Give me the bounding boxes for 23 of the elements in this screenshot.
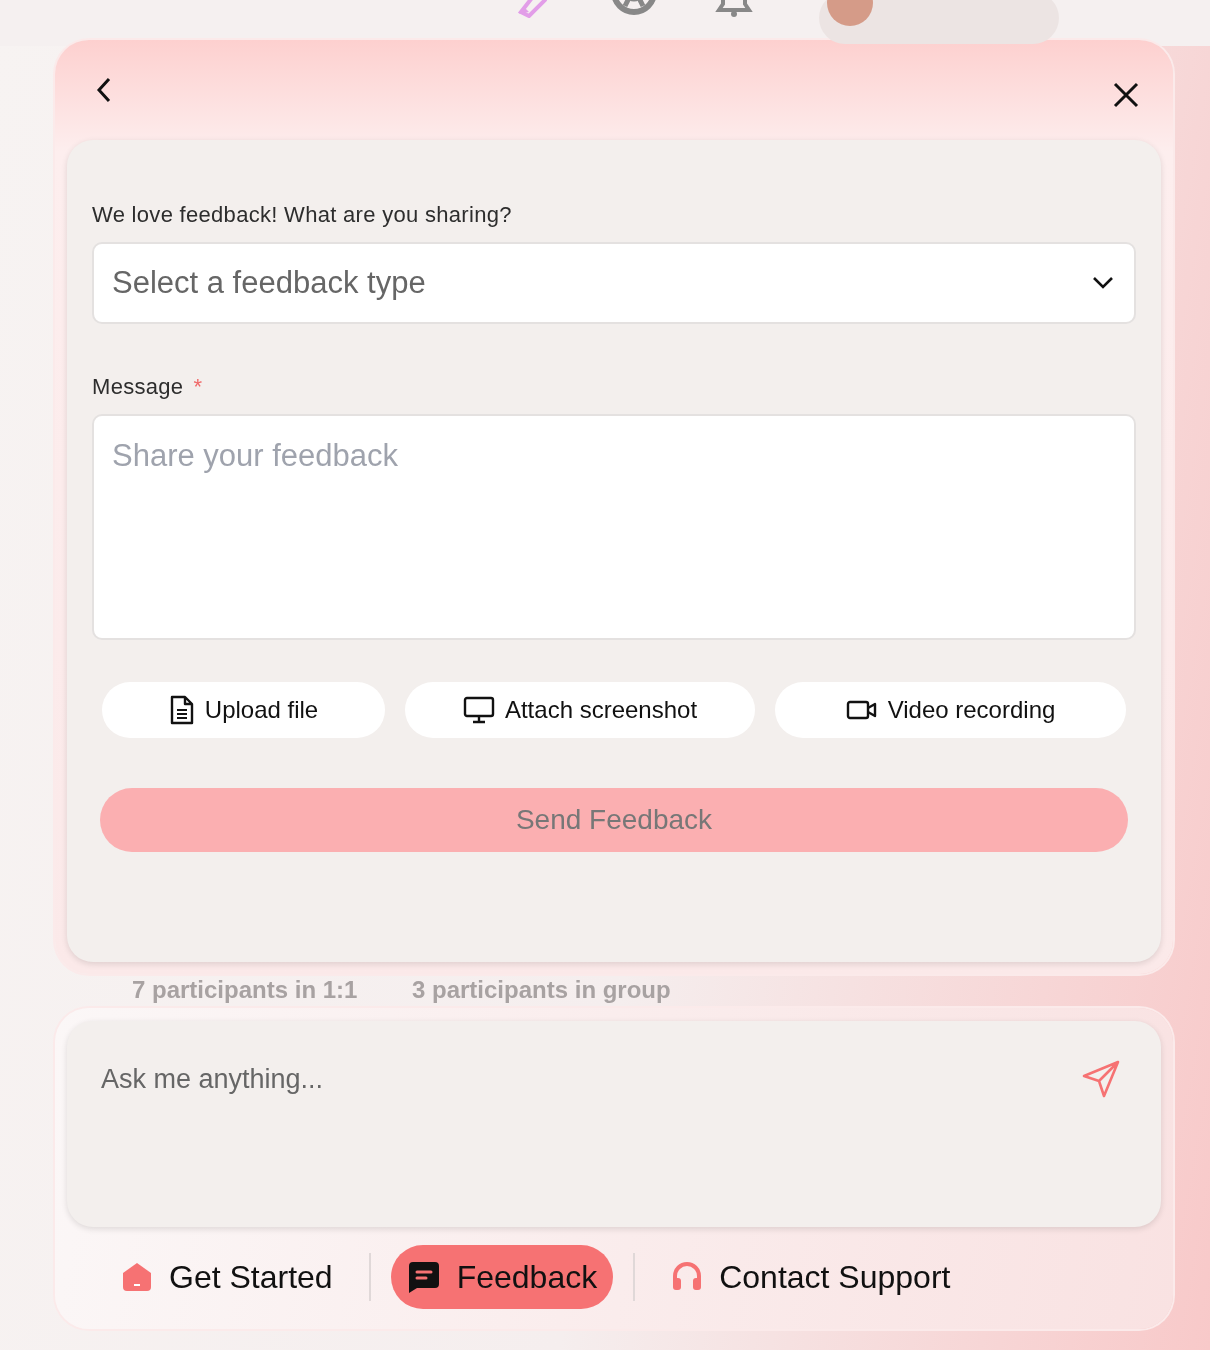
- message-label: Message: [92, 374, 184, 400]
- send-icon[interactable]: [1081, 1059, 1121, 1099]
- headset-icon: [671, 1262, 704, 1292]
- attachment-button[interactable]: Video recording: [775, 682, 1126, 738]
- attachment-button[interactable]: Upload file: [102, 682, 385, 738]
- chat-input[interactable]: Ask me anything...: [101, 1059, 901, 1099]
- message-field[interactable]: Share your feedback: [92, 414, 1136, 640]
- required-mark: *: [193, 374, 203, 400]
- question-label: We love feedback! What are you sharing?: [92, 202, 513, 228]
- monitor-icon: [462, 696, 495, 724]
- feedback-type-select[interactable]: Select a feedback type: [92, 242, 1136, 324]
- chat-icon: [406, 1260, 441, 1294]
- chevron-down-icon: [1092, 276, 1114, 290]
- participants-count: 7 participants in 1:1: [132, 976, 358, 1004]
- user-menu[interactable]: [819, 0, 1059, 44]
- home-icon: [121, 1261, 153, 1293]
- document-icon: [168, 695, 195, 725]
- nav-tab[interactable]: Get Started: [105, 1245, 349, 1309]
- nav-tab[interactable]: Feedback: [390, 1245, 614, 1309]
- attachment-button[interactable]: Attach screenshot: [405, 682, 755, 738]
- nav-tab[interactable]: Contact Support: [655, 1245, 967, 1309]
- video-camera-icon: [845, 699, 878, 721]
- participants-count: 3 participants in group: [412, 976, 671, 1004]
